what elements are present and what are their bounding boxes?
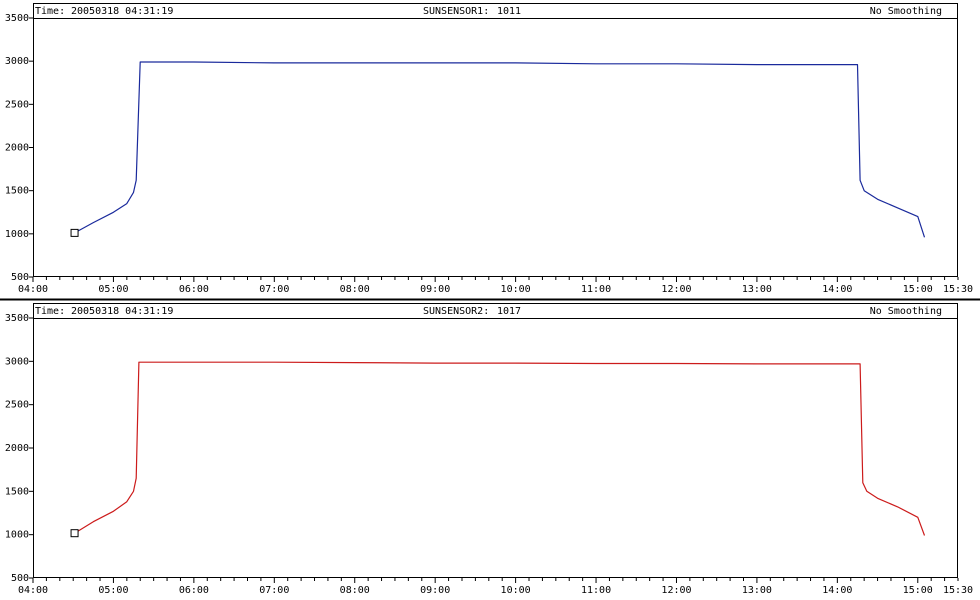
x-tick-label: 13:00 <box>742 585 772 596</box>
panel-2-smoothing: No Smoothing <box>870 306 942 317</box>
series-line-sunsensor2 <box>74 361 926 536</box>
x-tick-label: 05:00 <box>98 585 128 596</box>
x-tick-label: 10:00 <box>501 284 531 295</box>
y-tick-label: 3500 <box>5 313 29 324</box>
x-tick-label: 08:00 <box>340 585 370 596</box>
y-tick-label: 1500 <box>5 186 29 197</box>
x-tick-label: 13:00 <box>742 284 772 295</box>
x-tick-label: 06:00 <box>179 284 209 295</box>
x-tick-label: 04:00 <box>18 585 48 596</box>
panel-2-sensor-value: 1017 <box>497 306 521 317</box>
x-tick-label: 07:00 <box>259 284 289 295</box>
y-tick-label: 2000 <box>5 443 29 454</box>
x-tick-label: 07:00 <box>259 585 289 596</box>
panel-2-time-label: Time: <box>35 306 65 317</box>
y-tick-label: 3500 <box>5 13 29 24</box>
chart-1: 500 1000 1500 2000 2500 3000 3500 04:00 05:00 06:… <box>5 3 973 295</box>
panel-1-time-value: 20050318 04:31:19 <box>71 6 173 17</box>
chart-2-frame <box>33 303 958 578</box>
y-tick-label: 3000 <box>5 356 29 367</box>
chart-1-frame <box>33 3 958 277</box>
y-tick-label: 1000 <box>5 530 29 541</box>
x-tick-label: 10:00 <box>501 585 531 596</box>
x-tick-label: 08:00 <box>340 284 370 295</box>
x-tick-label: 15:00 <box>903 585 933 596</box>
panel-1-sensor-value: 1011 <box>497 6 521 17</box>
sunsensor-charts: Time: 20050318 04:31:19 SUNSENSOR1: 1011… <box>0 3 980 596</box>
panel-2-time-value: 20050318 04:31:19 <box>71 306 173 317</box>
y-tick-label: 1500 <box>5 486 29 497</box>
x-tick-label: 11:00 <box>581 284 611 295</box>
x-tick-label: 15:30 <box>943 284 973 295</box>
y-tick-label: 500 <box>11 272 29 283</box>
y-tick-label: 2500 <box>5 99 29 110</box>
y-tick-label: 1000 <box>5 229 29 240</box>
panel-2-sensor-name: SUNSENSOR2: <box>423 306 489 317</box>
x-tick-label: 12:00 <box>661 284 691 295</box>
cursor-marker <box>70 529 79 538</box>
series-line-sunsensor1 <box>74 61 926 238</box>
y-tick-label: 2000 <box>5 143 29 154</box>
y-tick-label: 3000 <box>5 56 29 67</box>
x-tick-label: 06:00 <box>179 585 209 596</box>
x-tick-label: 14:00 <box>822 585 852 596</box>
y-tick-label: 500 <box>11 573 29 584</box>
cursor-marker <box>70 228 79 237</box>
y-tick-label: 2500 <box>5 400 29 411</box>
x-tick-label: 11:00 <box>581 585 611 596</box>
x-tick-label: 09:00 <box>420 284 450 295</box>
x-tick-label: 15:30 <box>943 585 973 596</box>
panel-2-header: Time: 20050318 04:31:19 SUNSENSOR2: 1017… <box>35 306 942 317</box>
panel-1-time-label: Time: <box>35 6 65 17</box>
panel-1-smoothing: No Smoothing <box>870 6 942 17</box>
x-tick-label: 12:00 <box>661 585 691 596</box>
x-tick-label: 04:00 <box>18 284 48 295</box>
x-tick-label: 09:00 <box>420 585 450 596</box>
panel-1-header: Time: 20050318 04:31:19 SUNSENSOR1: 1011… <box>35 6 942 17</box>
chart-2: 500 1000 1500 2000 2500 3000 3500 04:00 05:00 06:… <box>5 303 973 596</box>
x-tick-label: 05:00 <box>98 284 128 295</box>
panel-1-sensor-name: SUNSENSOR1: <box>423 6 489 17</box>
x-tick-label: 15:00 <box>903 284 933 295</box>
x-tick-label: 14:00 <box>822 284 852 295</box>
